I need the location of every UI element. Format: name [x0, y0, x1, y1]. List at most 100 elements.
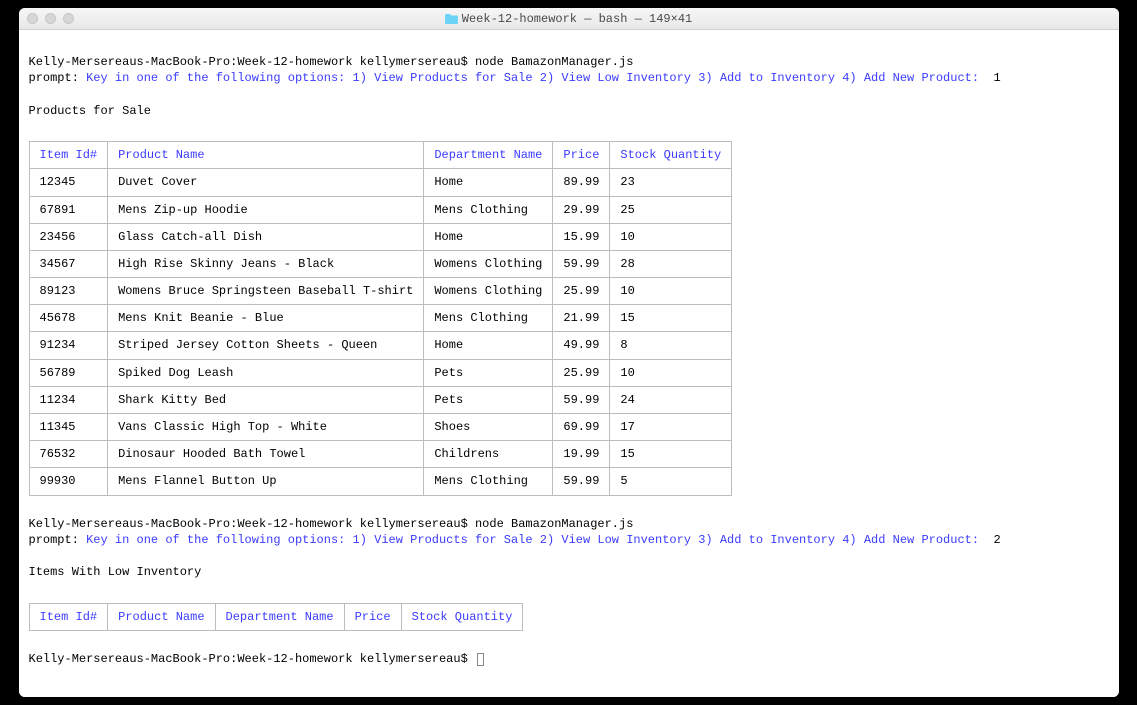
- cell-name: Vans Classic High Top - White: [108, 414, 424, 441]
- prompt-answer: 2: [979, 533, 1001, 547]
- col-stock: Stock Quantity: [610, 142, 732, 169]
- shell-prompt: Kelly-Mersereaus-MacBook-Pro:Week-12-hom…: [29, 652, 475, 666]
- folder-icon: [445, 14, 458, 24]
- command-text: node BamazonManager.js: [475, 55, 633, 69]
- col-dept: Department Name: [215, 603, 344, 630]
- cell-stock: 25: [610, 196, 732, 223]
- prompt-answer: 1: [979, 71, 1001, 85]
- table-row: 11234Shark Kitty BedPets59.9924: [29, 386, 732, 413]
- cell-price: 25.99: [553, 359, 610, 386]
- col-id: Item Id#: [29, 142, 108, 169]
- cell-name: Spiked Dog Leash: [108, 359, 424, 386]
- table-row: 56789Spiked Dog LeashPets25.9910: [29, 359, 732, 386]
- prompt-question: Key in one of the following options: 1) …: [86, 533, 979, 547]
- cell-id: 11345: [29, 414, 108, 441]
- cell-dept: Childrens: [424, 441, 553, 468]
- cursor-icon: [477, 653, 484, 666]
- prompt-label: prompt:: [29, 533, 87, 547]
- cell-name: Mens Zip-up Hoodie: [108, 196, 424, 223]
- table-row: 91234Striped Jersey Cotton Sheets - Quee…: [29, 332, 732, 359]
- cell-stock: 17: [610, 414, 732, 441]
- cell-stock: 8: [610, 332, 732, 359]
- cell-name: Glass Catch-all Dish: [108, 223, 424, 250]
- cell-stock: 10: [610, 359, 732, 386]
- cell-id: 91234: [29, 332, 108, 359]
- cell-stock: 24: [610, 386, 732, 413]
- cell-stock: 15: [610, 305, 732, 332]
- table-row: 34567High Rise Skinny Jeans - BlackWomen…: [29, 250, 732, 277]
- cell-price: 15.99: [553, 223, 610, 250]
- cell-id: 11234: [29, 386, 108, 413]
- maximize-icon[interactable]: [63, 13, 74, 24]
- col-stock: Stock Quantity: [401, 603, 523, 630]
- cell-name: Mens Flannel Button Up: [108, 468, 424, 495]
- col-name: Product Name: [108, 603, 215, 630]
- table-header-row: Item Id# Product Name Department Name Pr…: [29, 142, 732, 169]
- cell-price: 29.99: [553, 196, 610, 223]
- table-row: 23456Glass Catch-all DishHome15.9910: [29, 223, 732, 250]
- cell-id: 89123: [29, 278, 108, 305]
- cell-id: 56789: [29, 359, 108, 386]
- low-inventory-table: Item Id# Product Name Department Name Pr…: [29, 603, 524, 631]
- cell-dept: Pets: [424, 359, 553, 386]
- command-text: node BamazonManager.js: [475, 517, 633, 531]
- cell-stock: 10: [610, 278, 732, 305]
- cell-name: Mens Knit Beanie - Blue: [108, 305, 424, 332]
- cell-dept: Mens Clothing: [424, 305, 553, 332]
- cell-dept: Pets: [424, 386, 553, 413]
- cell-id: 12345: [29, 169, 108, 196]
- cell-id: 34567: [29, 250, 108, 277]
- cell-id: 45678: [29, 305, 108, 332]
- cell-dept: Shoes: [424, 414, 553, 441]
- cell-id: 23456: [29, 223, 108, 250]
- cell-dept: Mens Clothing: [424, 468, 553, 495]
- col-name: Product Name: [108, 142, 424, 169]
- cell-id: 67891: [29, 196, 108, 223]
- shell-prompt: Kelly-Mersereaus-MacBook-Pro:Week-12-hom…: [29, 55, 475, 69]
- window-title: Week-12-homework — bash — 149×41: [19, 12, 1119, 26]
- cell-price: 69.99: [553, 414, 610, 441]
- section-title: Products for Sale: [29, 104, 151, 118]
- cell-dept: Womens Clothing: [424, 250, 553, 277]
- cell-name: Shark Kitty Bed: [108, 386, 424, 413]
- cell-stock: 10: [610, 223, 732, 250]
- cell-name: Womens Bruce Springsteen Baseball T-shir…: [108, 278, 424, 305]
- terminal-window: Week-12-homework — bash — 149×41 Kelly-M…: [19, 8, 1119, 697]
- cell-name: High Rise Skinny Jeans - Black: [108, 250, 424, 277]
- window-controls: [27, 13, 74, 24]
- table-row: 76532Dinosaur Hooded Bath TowelChildrens…: [29, 441, 732, 468]
- cell-price: 21.99: [553, 305, 610, 332]
- cell-dept: Womens Clothing: [424, 278, 553, 305]
- col-id: Item Id#: [29, 603, 108, 630]
- cell-price: 59.99: [553, 386, 610, 413]
- close-icon[interactable]: [27, 13, 38, 24]
- cell-name: Duvet Cover: [108, 169, 424, 196]
- table-row: 67891Mens Zip-up HoodieMens Clothing29.9…: [29, 196, 732, 223]
- cell-name: Striped Jersey Cotton Sheets - Queen: [108, 332, 424, 359]
- cell-dept: Home: [424, 332, 553, 359]
- cell-name: Dinosaur Hooded Bath Towel: [108, 441, 424, 468]
- cell-dept: Home: [424, 223, 553, 250]
- col-price: Price: [553, 142, 610, 169]
- cell-dept: Mens Clothing: [424, 196, 553, 223]
- section-title: Items With Low Inventory: [29, 565, 202, 579]
- col-dept: Department Name: [424, 142, 553, 169]
- titlebar[interactable]: Week-12-homework — bash — 149×41: [19, 8, 1119, 30]
- cell-stock: 23: [610, 169, 732, 196]
- col-price: Price: [344, 603, 401, 630]
- cell-price: 19.99: [553, 441, 610, 468]
- window-title-text: Week-12-homework — bash — 149×41: [462, 12, 692, 26]
- cell-stock: 15: [610, 441, 732, 468]
- table-row: 11345Vans Classic High Top - WhiteShoes6…: [29, 414, 732, 441]
- products-table: Item Id# Product Name Department Name Pr…: [29, 141, 733, 495]
- minimize-icon[interactable]: [45, 13, 56, 24]
- cell-price: 49.99: [553, 332, 610, 359]
- cell-stock: 28: [610, 250, 732, 277]
- cell-stock: 5: [610, 468, 732, 495]
- cell-price: 89.99: [553, 169, 610, 196]
- shell-prompt: Kelly-Mersereaus-MacBook-Pro:Week-12-hom…: [29, 517, 475, 531]
- cell-price: 59.99: [553, 468, 610, 495]
- table-row: 45678Mens Knit Beanie - BlueMens Clothin…: [29, 305, 732, 332]
- terminal-body[interactable]: Kelly-Mersereaus-MacBook-Pro:Week-12-hom…: [19, 30, 1119, 697]
- cell-dept: Home: [424, 169, 553, 196]
